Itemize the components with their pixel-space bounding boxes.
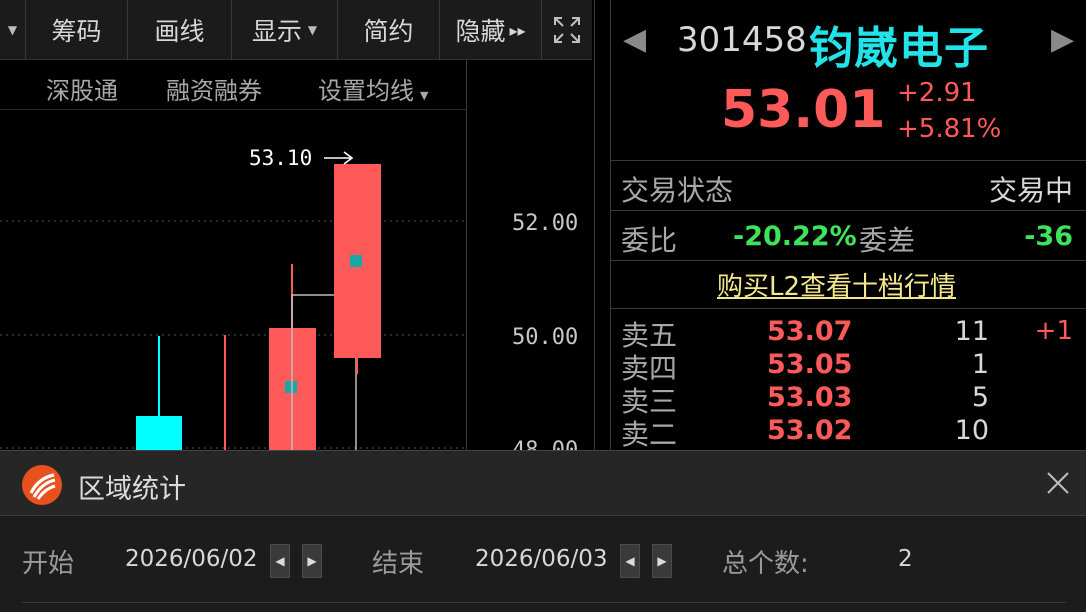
order-ratio-row: 委比 -20.22% 委差 -36 bbox=[611, 210, 1086, 260]
price-change: +2.91 bbox=[897, 78, 977, 108]
chips-button[interactable]: 筹码 bbox=[26, 0, 128, 60]
trade-status-row: 交易状态 交易中 bbox=[611, 160, 1086, 210]
stats-table-top bbox=[22, 602, 1066, 612]
orderbook-price: 53.07 bbox=[767, 316, 853, 347]
candle-body bbox=[136, 416, 182, 452]
start-date: 2026/06/02 bbox=[125, 546, 258, 572]
orderbook-row: 卖四 53.05 1 bbox=[611, 347, 1086, 385]
trade-status-value: 交易中 bbox=[988, 174, 1073, 207]
display-menu-label: 显示 bbox=[251, 17, 302, 46]
fullscreen-button[interactable] bbox=[542, 0, 592, 60]
chevron-down-icon: ▼ bbox=[7, 23, 18, 37]
y-tick-label: 50.00 bbox=[512, 325, 578, 350]
close-icon bbox=[1047, 472, 1069, 494]
orderbook-volume: 10 bbox=[954, 415, 989, 446]
orderbook-divider bbox=[611, 308, 1086, 309]
double-arrow-icon: ▸▸ bbox=[509, 20, 526, 40]
caret-right-icon: ▶ bbox=[657, 554, 667, 568]
ma-settings-dropdown[interactable]: 设置均线 ▼ bbox=[318, 71, 428, 106]
prev-stock-icon[interactable]: ◀ bbox=[623, 22, 646, 57]
caret-right-icon: ▶ bbox=[307, 554, 317, 568]
orderbook-level-label: 卖二 bbox=[621, 418, 678, 451]
end-prev-button[interactable]: ◀ bbox=[620, 544, 640, 578]
weibi-value: -20.22% bbox=[733, 221, 857, 252]
draw-line-button[interactable]: 画线 bbox=[128, 0, 232, 60]
toolbar-menu-button[interactable]: ▼ bbox=[0, 0, 26, 60]
orderbook-volume: 5 bbox=[971, 382, 989, 413]
orderbook-delta: +1 bbox=[1034, 316, 1073, 346]
chips-button-label: 筹码 bbox=[51, 17, 102, 46]
weicha-label: 委差 bbox=[859, 224, 916, 257]
orderbook-price: 53.05 bbox=[767, 349, 853, 380]
hide-button-label: 隐藏 bbox=[455, 17, 506, 46]
fullscreen-icon bbox=[554, 17, 580, 43]
display-menu-button[interactable]: 显示 ▼ bbox=[232, 0, 338, 60]
end-label: 结束 bbox=[372, 549, 425, 579]
dialog-title: 区域统计 bbox=[78, 474, 186, 505]
high-price-annotation: 53.10 bbox=[249, 146, 312, 170]
trade-status-label: 交易状态 bbox=[621, 174, 734, 207]
orderbook-price: 53.02 bbox=[767, 415, 853, 446]
indicator-bar: 深股通 融资融券 设置均线 ▼ bbox=[0, 60, 466, 110]
candle-marker bbox=[350, 255, 362, 267]
kline-chart-svg: 52.00 50.00 48.00 53.10 bbox=[0, 146, 578, 463]
orderbook-row: 卖五 53.07 11 +1 bbox=[611, 314, 1086, 352]
arrow-right-icon bbox=[324, 151, 354, 165]
simple-mode-label: 简约 bbox=[363, 17, 414, 46]
app-logo-icon bbox=[22, 465, 62, 505]
orderbook-price: 53.03 bbox=[767, 382, 853, 413]
end-date: 2026/06/03 bbox=[475, 546, 608, 572]
orderbook-volume: 1 bbox=[971, 349, 989, 380]
buy-l2-link[interactable]: 购买L2查看十档行情 bbox=[717, 266, 956, 303]
stock-code: 301458 bbox=[677, 20, 807, 60]
kline-chart[interactable]: 52.00 50.00 48.00 53.10 bbox=[0, 110, 596, 463]
caret-left-icon: ◀ bbox=[275, 554, 285, 568]
total-count-value: 2 bbox=[898, 546, 913, 572]
chevron-down-icon: ▼ bbox=[307, 23, 318, 37]
simple-mode-button[interactable]: 简约 bbox=[338, 0, 440, 60]
ma-settings-label: 设置均线 bbox=[318, 77, 414, 105]
chevron-down-icon: ▼ bbox=[420, 89, 429, 102]
candle-marker bbox=[285, 381, 297, 393]
stock-name: 钧崴电子 bbox=[809, 23, 989, 74]
y-tick-label: 52.00 bbox=[512, 211, 578, 236]
start-prev-button[interactable]: ◀ bbox=[270, 544, 290, 578]
dialog-title-bar[interactable]: 区域统计 bbox=[0, 450, 1086, 516]
price-change-pct: +5.81% bbox=[897, 114, 1002, 144]
last-price: 53.01 bbox=[721, 80, 886, 140]
end-next-button[interactable]: ▶ bbox=[652, 544, 672, 578]
orderbook-row: 卖三 53.03 5 bbox=[611, 380, 1086, 418]
orderbook-row: 卖二 53.02 10 bbox=[611, 413, 1086, 451]
chart-toolbar: ▼ 筹码 画线 显示 ▼ 简约 隐藏 ▸▸ bbox=[0, 0, 592, 60]
next-stock-icon[interactable]: ▶ bbox=[1051, 22, 1074, 57]
y-tick-label: 48.00 bbox=[512, 438, 578, 450]
hide-button[interactable]: 隐藏 ▸▸ bbox=[440, 0, 542, 60]
close-button[interactable] bbox=[1042, 467, 1074, 499]
caret-left-icon: ◀ bbox=[625, 554, 635, 568]
quote-panel: ◀ 301458 钧崴电子 ▶ 53.01 +2.91 +5.81% 交易状态 … bbox=[610, 0, 1086, 451]
orderbook-volume: 11 bbox=[954, 316, 989, 347]
draw-line-button-label: 画线 bbox=[154, 17, 205, 46]
start-next-button[interactable]: ▶ bbox=[302, 544, 322, 578]
start-label: 开始 bbox=[22, 549, 75, 579]
range-stats-dialog: 区域统计 开始 2026/06/02 ◀ ▶ 结束 2026/06/03 ◀ ▶… bbox=[0, 450, 1086, 612]
total-count-label: 总个数: bbox=[722, 549, 809, 579]
weibi-label: 委比 bbox=[621, 224, 678, 257]
weicha-value: -36 bbox=[1024, 221, 1073, 252]
margin-trading-tab[interactable]: 融资融券 bbox=[166, 71, 262, 106]
hk-connect-tab[interactable]: 深股通 bbox=[46, 71, 118, 106]
